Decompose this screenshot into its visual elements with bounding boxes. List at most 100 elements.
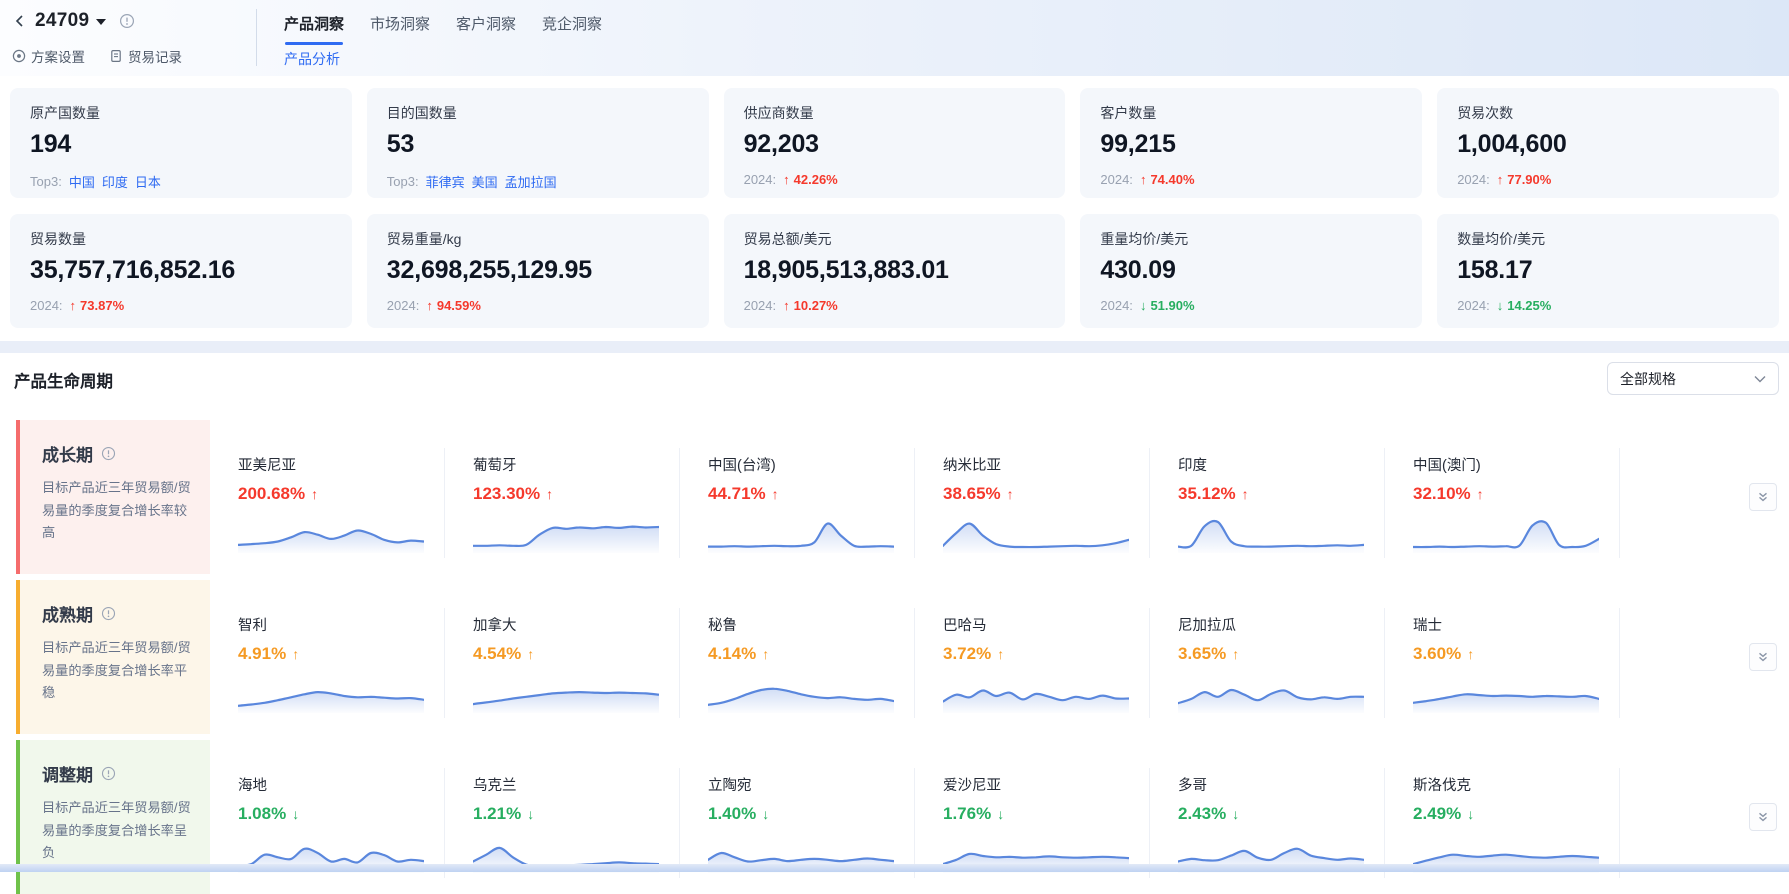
country-name: 瑞士: [1413, 614, 1620, 635]
country-growth-value: 3.60%↑: [1413, 644, 1620, 664]
expand-row-button[interactable]: [1749, 643, 1777, 671]
trend-up-arrow-icon: ↑: [783, 172, 790, 187]
country-cell: 加拿大4.54%↑: [445, 580, 680, 734]
stat-card: 重量均价/美元430.092024:↓51.90%: [1080, 214, 1422, 328]
title-info-icon[interactable]: [119, 13, 135, 29]
country-name: 秘鲁: [708, 614, 915, 635]
stat-card-label: 原产国数量: [30, 103, 332, 123]
info-icon[interactable]: [101, 766, 116, 781]
stat-card-meta: 2024:↑42.26%: [744, 172, 1046, 187]
title-dropdown-caret-icon[interactable]: [96, 19, 106, 25]
tab-2[interactable]: 客户洞察: [456, 13, 516, 38]
lifecycle-rows: 成长期目标产品近三年贸易额/贸易量的季度复合增长率较高亚美尼亚200.68%↑葡…: [16, 420, 1789, 894]
country-growth-percent: 4.54%: [473, 644, 521, 664]
stat-card-meta: 2024:↓14.25%: [1457, 298, 1759, 313]
row-actions: [1620, 580, 1789, 734]
top3-link[interactable]: 美国: [472, 172, 498, 191]
section-gap-band: [0, 341, 1789, 353]
stat-card-meta: Top3: 中国印度日本: [30, 172, 332, 191]
trend-up-arrow-icon: ↑: [1242, 486, 1249, 502]
stat-card-value: 53: [387, 130, 689, 159]
info-icon[interactable]: [101, 446, 116, 461]
phase-description: 目标产品近三年贸易额/贸易量的季度复合增长率平稳: [42, 637, 194, 705]
trend-down-arrow-icon: ↓: [1232, 806, 1239, 822]
phase-panel: 成熟期目标产品近三年贸易额/贸易量的季度复合增长率平稳: [16, 580, 210, 734]
target-icon: [12, 49, 26, 63]
trend-sparkline: [238, 513, 424, 553]
lifecycle-row-mature: 成熟期目标产品近三年贸易额/贸易量的季度复合增长率平稳智利4.91%↑加拿大4.…: [16, 580, 1789, 734]
top3-link[interactable]: 孟加拉国: [505, 172, 557, 191]
stat-card-meta: 2024:↑74.40%: [1100, 172, 1402, 187]
back-icon[interactable]: [12, 13, 28, 29]
stat-meta-prefix: Top3:: [387, 174, 419, 189]
tab-0[interactable]: 产品洞察: [284, 13, 344, 38]
country-growth-percent: 38.65%: [943, 484, 1001, 504]
phase-title: 成长期: [42, 441, 194, 466]
country-name: 印度: [1178, 454, 1385, 475]
trend-up-arrow-icon: ↑: [762, 646, 769, 662]
trend-sparkline: [943, 513, 1129, 553]
spec-filter-select[interactable]: 全部规格: [1607, 362, 1779, 395]
subtab-product-analysis[interactable]: 产品分析: [284, 49, 340, 69]
phase-title: 成熟期: [42, 601, 194, 626]
stat-trend-percent: 51.90%: [1150, 298, 1194, 313]
top3-link[interactable]: 日本: [135, 172, 161, 191]
stat-card: 贸易总额/美元18,905,513,883.012024:↑10.27%: [724, 214, 1066, 328]
section-title: 产品生命周期: [14, 368, 113, 392]
expand-row-button[interactable]: [1749, 803, 1777, 831]
info-icon[interactable]: [101, 606, 116, 621]
top3-link[interactable]: 中国: [69, 172, 95, 191]
stat-card-value: 35,757,716,852.16: [30, 256, 332, 285]
country-name: 中国(澳门): [1413, 454, 1620, 475]
top3-link[interactable]: 印度: [102, 172, 128, 191]
bottom-scroll-strip[interactable]: [0, 864, 1789, 872]
trend-sparkline: [473, 673, 659, 713]
trend-sparkline: [1413, 513, 1599, 553]
country-growth-value: 35.12%↑: [1178, 484, 1385, 504]
trend-sparkline: [473, 513, 659, 553]
country-growth-percent: 123.30%: [473, 484, 540, 504]
page-header: 24709 方案设置 贸易记录 产品洞察市场洞察客户洞察竞企洞察 产品分析: [0, 0, 1789, 76]
menu-item-trade-records[interactable]: 贸易记录: [109, 46, 182, 66]
stat-card-label: 贸易次数: [1457, 103, 1759, 123]
trend-up-arrow-icon: ↑: [70, 298, 77, 313]
lifecycle-row-growth: 成长期目标产品近三年贸易额/贸易量的季度复合增长率较高亚美尼亚200.68%↑葡…: [16, 420, 1789, 574]
trend-up-arrow-icon: ↑: [1007, 486, 1014, 502]
row-actions: [1620, 420, 1789, 574]
menu-item-label: 方案设置: [31, 46, 85, 66]
stat-trend-percent: 77.90%: [1507, 172, 1551, 187]
stat-card-meta: 2024: ↑77.90%: [1457, 172, 1759, 187]
phase-name: 成熟期: [42, 601, 93, 626]
stat-card-label: 供应商数量: [744, 103, 1046, 123]
document-icon: [109, 49, 123, 63]
stat-card-value: 92,203: [744, 130, 1046, 159]
trend-up-arrow-icon: ↑: [1497, 172, 1504, 187]
tab-1[interactable]: 市场洞察: [370, 13, 430, 38]
main-tabs: 产品洞察 市场洞察 客户洞察 竞企洞察: [284, 13, 602, 38]
country-growth-value: 3.65%↑: [1178, 644, 1385, 664]
stat-meta-prefix: 2024:: [1457, 172, 1490, 187]
tab-3[interactable]: 竞企洞察: [542, 13, 602, 38]
country-name: 多哥: [1178, 774, 1385, 795]
expand-row-button[interactable]: [1749, 483, 1777, 511]
stat-card-label: 重量均价/美元: [1100, 229, 1402, 249]
trend-up-arrow-icon: ↑: [997, 646, 1004, 662]
stat-trend-percent: 74.40%: [1150, 172, 1194, 187]
stat-meta-prefix: Top3:: [30, 174, 62, 189]
top3-link[interactable]: 菲律宾: [426, 172, 465, 191]
country-growth-value: 4.14%↑: [708, 644, 915, 664]
stat-trend-percent: 94.59%: [437, 298, 481, 313]
country-growth-value: 2.43%↓: [1178, 804, 1385, 824]
phase-description: 目标产品近三年贸易额/贸易量的季度复合增长率较高: [42, 477, 194, 545]
stat-card-value: 158.17: [1457, 256, 1759, 285]
stat-meta-prefix: 2024:: [387, 298, 420, 313]
country-growth-percent: 3.72%: [943, 644, 991, 664]
stat-card: 目的国数量53Top3:菲律宾美国孟加拉国: [367, 88, 709, 198]
stat-card: 贸易次数1,004,6002024:↑77.90%: [1437, 88, 1779, 198]
country-cell: 亚美尼亚200.68%↑: [210, 420, 445, 574]
stat-card: 供应商数量 92,203 2024:↑42.26%: [724, 88, 1066, 198]
stat-trend-percent: 73.87%: [80, 298, 124, 313]
stat-meta-prefix: 2024:: [744, 298, 777, 313]
country-cell: 印度 35.12%↑: [1150, 420, 1385, 574]
menu-item-plan-settings[interactable]: 方案设置: [12, 46, 85, 66]
